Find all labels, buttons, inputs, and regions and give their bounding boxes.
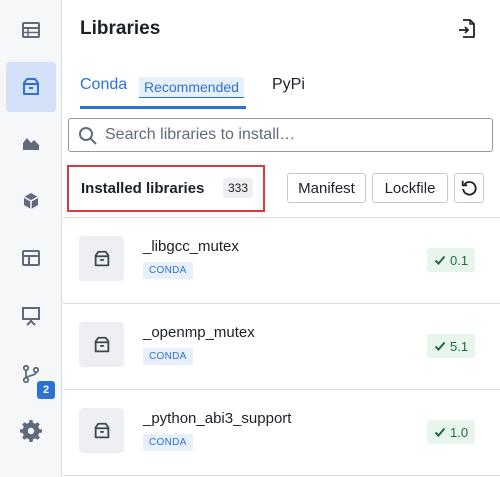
library-version: 5.1 [450, 338, 469, 354]
export-icon[interactable] [455, 17, 479, 41]
rail-item-charts[interactable] [6, 118, 56, 168]
cube-icon [23, 193, 39, 209]
presentation-icon [22, 307, 40, 326]
rail-item-settings[interactable] [6, 406, 56, 456]
library-version: 1.0 [450, 424, 469, 440]
lockfile-button[interactable]: Lockfile [372, 173, 448, 203]
search-box[interactable] [68, 118, 493, 152]
active-tab-indicator [80, 106, 246, 109]
package-icon [23, 78, 39, 95]
check-icon [434, 255, 446, 265]
library-name: _libgcc_mutex [143, 238, 239, 255]
rail-item-tables[interactable] [6, 5, 56, 55]
library-version-badge: 5.1 [427, 334, 476, 358]
installed-count-badge: 333 [223, 178, 254, 198]
library-item[interactable]: _libgcc_mutex CONDA 0.1 [63, 218, 500, 304]
package-icon [79, 322, 124, 367]
libraries-panel: Libraries Conda Recommended PyPi Install… [63, 0, 500, 477]
branch-count-badge: 2 [37, 381, 55, 399]
refresh-icon [461, 180, 477, 196]
search-input[interactable] [105, 124, 485, 146]
library-version: 0.1 [450, 252, 469, 268]
library-name: _python_abi3_support [143, 410, 292, 427]
layout-icon [22, 250, 40, 266]
installed-libraries-label: Installed libraries [81, 180, 205, 197]
page-title: Libraries [80, 18, 161, 39]
library-item[interactable]: _openmp_mutex CONDA 5.1 [63, 304, 500, 390]
refresh-button[interactable] [454, 173, 484, 203]
rail-item-libraries[interactable] [6, 62, 56, 112]
library-list: _libgcc_mutex CONDA 0.1 _openmp_mutex CO… [63, 218, 500, 477]
package-icon [79, 236, 124, 281]
installed-libraries-row: Installed libraries 333 Manifest Lockfil… [63, 158, 500, 218]
manifest-button[interactable]: Manifest [287, 173, 366, 203]
package-icon [79, 408, 124, 453]
panel-header: Libraries [63, 0, 500, 58]
library-name: _openmp_mutex [143, 324, 255, 341]
recommended-tag[interactable]: Recommended [139, 77, 244, 98]
table-icon [22, 22, 40, 38]
library-source-tag: CONDA [143, 348, 193, 365]
rail-item-layout[interactable] [6, 233, 56, 283]
gear-icon [20, 420, 42, 442]
search-icon [79, 127, 97, 145]
check-icon [434, 427, 446, 437]
check-icon [434, 341, 446, 351]
tab-conda[interactable]: Conda [80, 76, 127, 94]
left-rail: 2 [0, 0, 62, 477]
rail-item-models[interactable] [6, 176, 56, 226]
area-chart-icon [23, 138, 39, 150]
library-version-badge: 1.0 [427, 420, 476, 444]
tab-pypi[interactable]: PyPi [272, 76, 305, 94]
source-tabs: Conda Recommended PyPi [63, 58, 500, 110]
library-item[interactable]: _python_abi3_support CONDA 1.0 [63, 390, 500, 476]
installed-libraries-highlight: Installed libraries 333 [67, 165, 265, 212]
library-source-tag: CONDA [143, 434, 193, 451]
library-version-badge: 0.1 [427, 248, 476, 272]
rail-item-presentation[interactable] [6, 291, 56, 341]
library-source-tag: CONDA [143, 262, 193, 279]
